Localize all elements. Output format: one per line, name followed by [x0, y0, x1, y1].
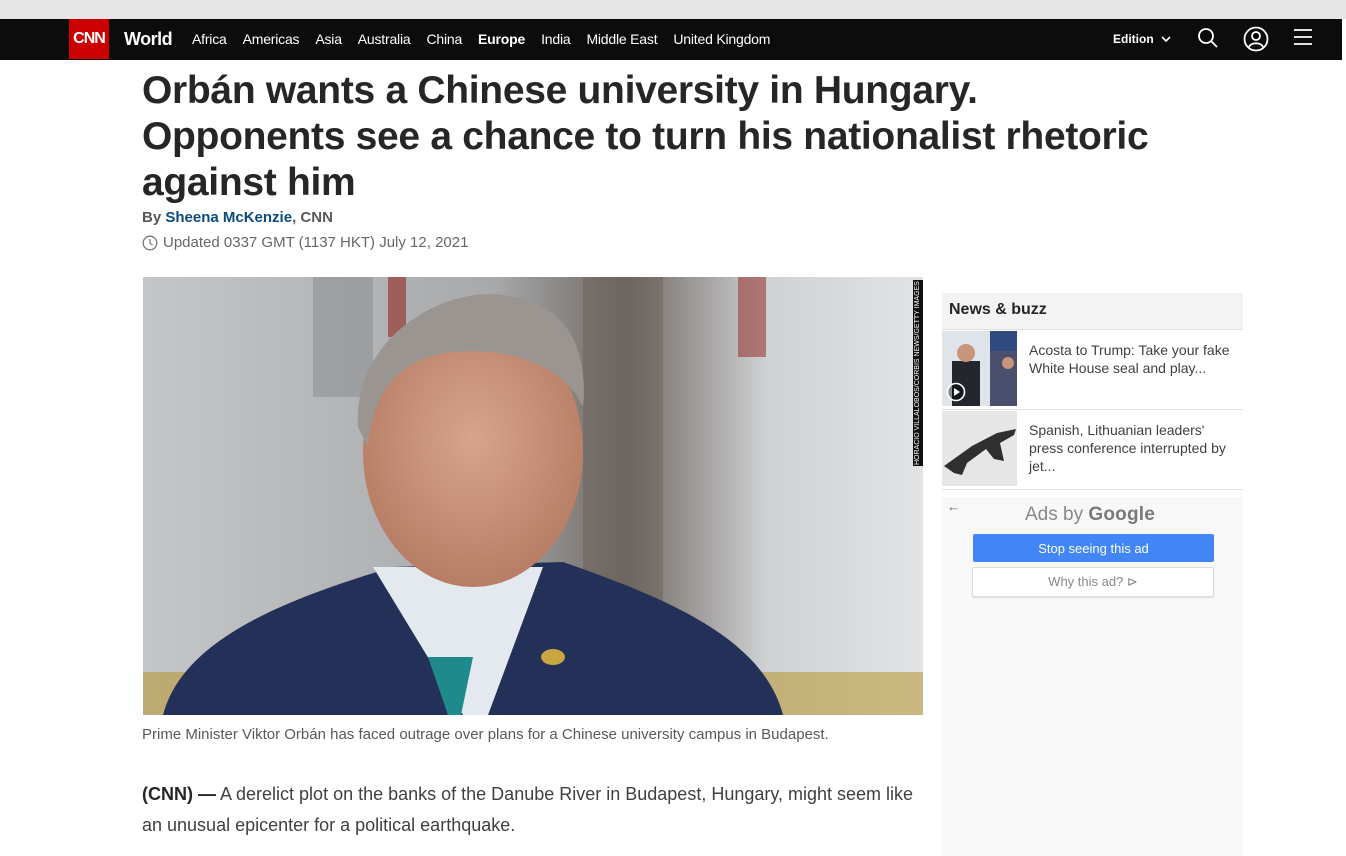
ads-by-text: Ads by	[1025, 504, 1089, 525]
why-this-ad-button[interactable]: Why this ad? ⊳	[972, 567, 1214, 597]
photo-caption: Prime Minister Viktor Orbán has faced ou…	[142, 726, 829, 743]
top-navigation-bar: CNN World Africa Americas Asia Australia…	[0, 19, 1342, 60]
buzz-thumbnail-acosta[interactable]	[942, 331, 1017, 406]
nav-link-europe[interactable]: Europe	[478, 31, 525, 47]
buzz-headline[interactable]: Spanish, Lithuanian leaders' press confe…	[1029, 421, 1234, 475]
cnn-logo[interactable]: CNN	[69, 19, 109, 59]
lead-text: A derelict plot on the banks of the Danu…	[142, 784, 914, 835]
article-headline: Orbán wants a Chinese university in Hung…	[142, 68, 1252, 206]
buzz-headline[interactable]: Acosta to Trump: Take your fake White Ho…	[1029, 341, 1234, 377]
headline-line: Opponents see a chance to turn his natio…	[142, 115, 1149, 158]
nav-link-africa[interactable]: Africa	[192, 31, 227, 47]
nav-link-americas[interactable]: Americas	[243, 31, 300, 47]
nav-link-australia[interactable]: Australia	[358, 31, 411, 47]
updated-timestamp: Updated 0337 GMT (1137 HKT) July 12, 202…	[142, 234, 468, 251]
article-lead-paragraph: (CNN) — A derelict plot on the banks of …	[142, 779, 932, 841]
updated-text: Updated 0337 GMT (1137 HKT) July 12, 202…	[163, 234, 469, 251]
video-play-icon	[946, 382, 966, 402]
nav-link-india[interactable]: India	[541, 31, 571, 47]
section-title[interactable]: World	[124, 29, 173, 50]
back-arrow-icon[interactable]: ←	[947, 499, 960, 514]
news-buzz-title: News & buzz	[942, 293, 1243, 330]
user-account-icon[interactable]	[1243, 26, 1269, 52]
google-wordmark: Google	[1088, 504, 1156, 525]
news-buzz-panel: News & buzz Acosta to Trump: Take your f…	[942, 293, 1243, 490]
region-nav: Africa Americas Asia Australia China Eur…	[192, 31, 786, 47]
byline-prefix: By	[142, 209, 166, 226]
menu-hamburger-icon[interactable]	[1293, 27, 1317, 51]
headline-line: Orbán wants a Chinese university in Hung…	[142, 69, 978, 112]
chevron-down-icon	[1161, 32, 1171, 46]
edition-selector[interactable]: Edition	[1113, 32, 1171, 46]
buzz-item[interactable]: Acosta to Trump: Take your fake White Ho…	[942, 330, 1243, 410]
edition-label: Edition	[1113, 32, 1154, 46]
byline-suffix: , CNN	[292, 209, 333, 226]
byline: By Sheena McKenzie, CNN	[142, 209, 333, 226]
headline-line: against him	[142, 161, 356, 204]
nav-link-china[interactable]: China	[426, 31, 462, 47]
buzz-thumbnail-jet[interactable]	[942, 411, 1017, 486]
buzz-item[interactable]: Spanish, Lithuanian leaders' press confe…	[942, 410, 1243, 490]
dateline: (CNN) —	[142, 784, 216, 804]
browser-top-strip	[0, 0, 1346, 19]
ad-feedback-box: ← Ads by Google Stop seeing this ad Why …	[942, 497, 1243, 856]
orban-portrait-image	[143, 277, 923, 715]
ads-by-google-label: Ads by Google	[1025, 504, 1155, 526]
author-link[interactable]: Sheena McKenzie	[165, 209, 292, 226]
article-photo[interactable]	[143, 277, 923, 715]
search-icon[interactable]	[1197, 27, 1221, 51]
nav-link-asia[interactable]: Asia	[315, 31, 342, 47]
photo-credit: HORACIO VILLALOBOS/CORBIS NEWS/GETTY IMA…	[913, 280, 923, 466]
clock-icon	[142, 235, 158, 250]
nav-link-united-kingdom[interactable]: United Kingdom	[673, 31, 770, 47]
nav-link-middle-east[interactable]: Middle East	[586, 31, 657, 47]
stop-seeing-ad-button[interactable]: Stop seeing this ad	[973, 534, 1214, 562]
